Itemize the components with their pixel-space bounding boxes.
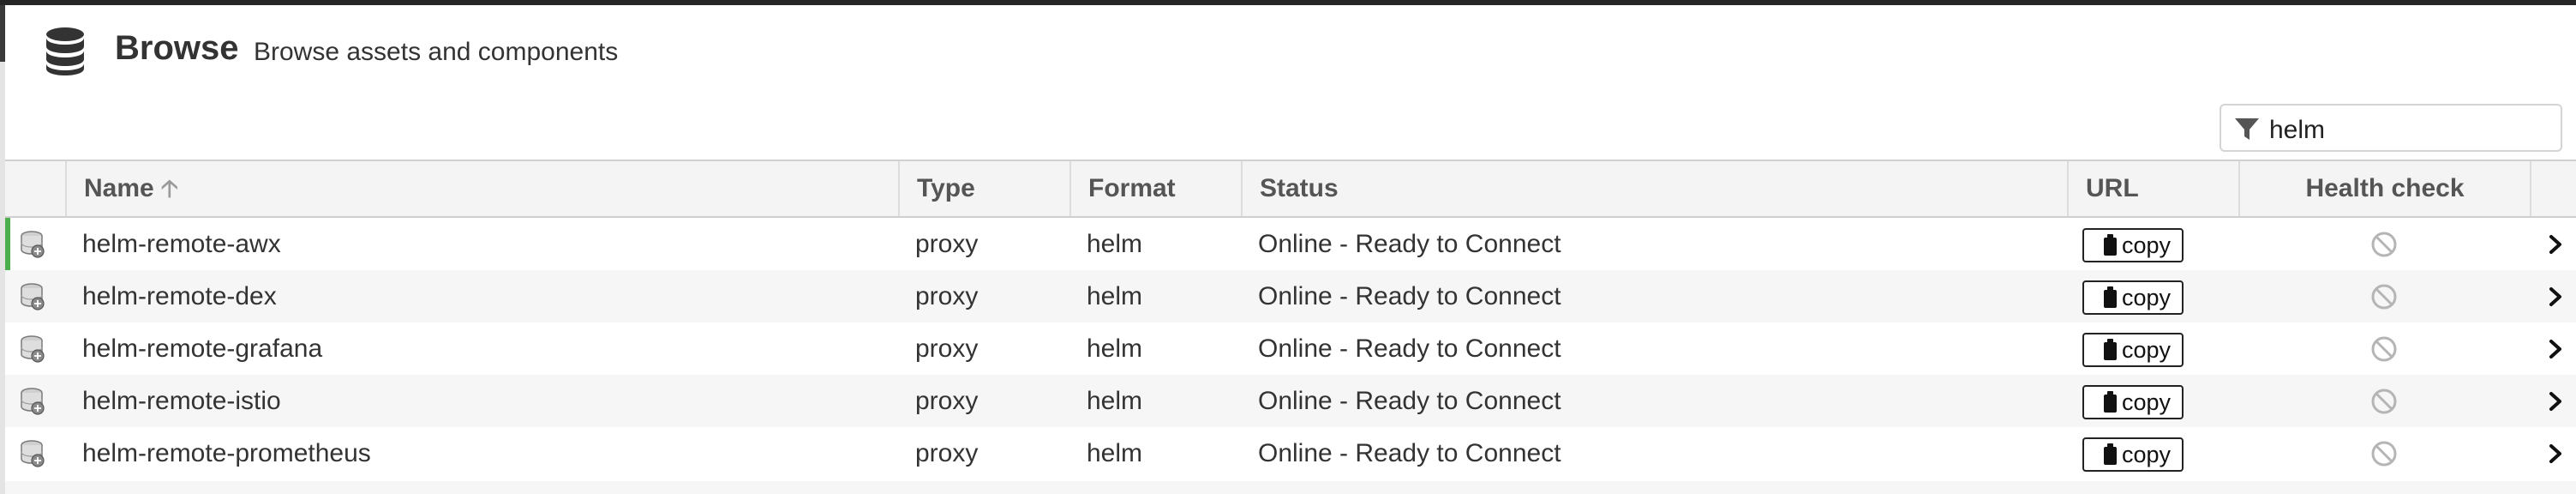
copy-url-button[interactable]: copy — [2082, 385, 2184, 419]
column-header-format[interactable]: Format — [1069, 161, 1241, 216]
chevron-right-icon[interactable] — [2543, 389, 2567, 414]
copy-button-label: copy — [2121, 337, 2172, 363]
cell-format: helm — [1087, 282, 1143, 310]
proxy-repository-icon — [21, 231, 45, 258]
table-row[interactable]: helm-remote-grafana proxy helm Online - … — [5, 322, 2576, 375]
health-check-disabled-icon — [2371, 441, 2397, 467]
cell-type: proxy — [915, 334, 979, 363]
cell-format: helm — [1087, 387, 1143, 415]
table-header: Name 🡡 Type Format Status URL Health chec… — [5, 160, 2576, 218]
cell-name: helm-remote-grafana — [82, 334, 323, 363]
copy-button-label: copy — [2121, 389, 2172, 415]
cell-status: Online - Ready to Connect — [1258, 387, 1561, 415]
proxy-repository-icon — [21, 283, 45, 310]
clipboard-icon — [2103, 339, 2117, 360]
chevron-right-icon[interactable] — [2543, 232, 2567, 257]
clipboard-icon — [2103, 391, 2117, 413]
table-row[interactable]: helm-remote-istio proxy helm Online - Re… — [5, 375, 2576, 427]
copy-button-label: copy — [2121, 285, 2172, 310]
clipboard-icon — [2103, 234, 2117, 256]
table-row[interactable]: helm-remote-prometheus proxy helm Online… — [5, 427, 2576, 479]
clipboard-icon — [2103, 443, 2117, 465]
repository-table: Name 🡡 Type Format Status URL Health chec… — [5, 160, 2576, 479]
health-check-disabled-icon — [2371, 389, 2397, 414]
proxy-repository-icon — [21, 335, 45, 363]
cell-name: helm-remote-istio — [82, 387, 281, 415]
column-header-name-label: Name — [84, 174, 154, 202]
table-body: helm-remote-awx proxy helm Online - Read… — [5, 218, 2576, 479]
table-row[interactable]: helm-remote-awx proxy helm Online - Read… — [5, 218, 2576, 270]
cell-status: Online - Ready to Connect — [1258, 439, 1561, 467]
cell-name: helm-remote-awx — [82, 230, 281, 258]
proxy-repository-icon — [21, 388, 45, 415]
filter-value: helm — [2269, 116, 2326, 144]
column-header-health-check: Health check — [2238, 161, 2530, 216]
chevron-right-icon[interactable] — [2543, 441, 2567, 467]
copy-url-button[interactable]: copy — [2082, 333, 2184, 367]
column-header-url: URL — [2067, 161, 2238, 216]
cell-format: helm — [1087, 230, 1143, 258]
column-header-status[interactable]: Status — [1241, 161, 2067, 216]
proxy-repository-icon — [21, 440, 45, 467]
page-title: Browse — [115, 29, 239, 67]
cell-type: proxy — [915, 282, 979, 310]
chevron-right-icon[interactable] — [2543, 284, 2567, 310]
cell-name: helm-remote-prometheus — [82, 439, 371, 467]
cell-status: Online - Ready to Connect — [1258, 230, 1561, 258]
filter-input[interactable]: helm — [2220, 104, 2562, 152]
table-footer-fill — [5, 481, 2576, 494]
cell-name: helm-remote-dex — [82, 282, 277, 310]
health-check-disabled-icon — [2371, 284, 2397, 310]
cell-type: proxy — [915, 230, 979, 258]
cell-type: proxy — [915, 387, 979, 415]
cell-type: proxy — [915, 439, 979, 467]
table-row[interactable]: helm-remote-dex proxy helm Online - Read… — [5, 270, 2576, 322]
copy-url-button[interactable]: copy — [2082, 280, 2184, 315]
page-subtitle: Browse assets and components — [254, 38, 619, 66]
database-icon — [46, 27, 84, 75]
copy-button-label: copy — [2121, 442, 2172, 467]
column-header-open — [2530, 161, 2576, 216]
cell-format: helm — [1087, 334, 1143, 363]
cell-status: Online - Ready to Connect — [1258, 282, 1561, 310]
clipboard-icon — [2103, 286, 2117, 308]
column-header-type[interactable]: Type — [898, 161, 1069, 216]
column-header-icon — [5, 161, 65, 216]
health-check-disabled-icon — [2371, 232, 2397, 257]
copy-url-button[interactable]: copy — [2082, 437, 2184, 472]
cell-format: helm — [1087, 439, 1143, 467]
page-header: Browse Browse assets and components — [5, 5, 2576, 101]
copy-url-button[interactable]: copy — [2082, 228, 2184, 262]
cell-status: Online - Ready to Connect — [1258, 334, 1561, 363]
copy-button-label: copy — [2121, 232, 2172, 258]
filter-icon — [2235, 118, 2259, 140]
column-header-name[interactable]: Name 🡡 — [65, 161, 898, 216]
sort-ascending-icon: 🡡 — [160, 175, 178, 202]
chevron-right-icon[interactable] — [2543, 336, 2567, 362]
health-check-disabled-icon — [2371, 336, 2397, 362]
